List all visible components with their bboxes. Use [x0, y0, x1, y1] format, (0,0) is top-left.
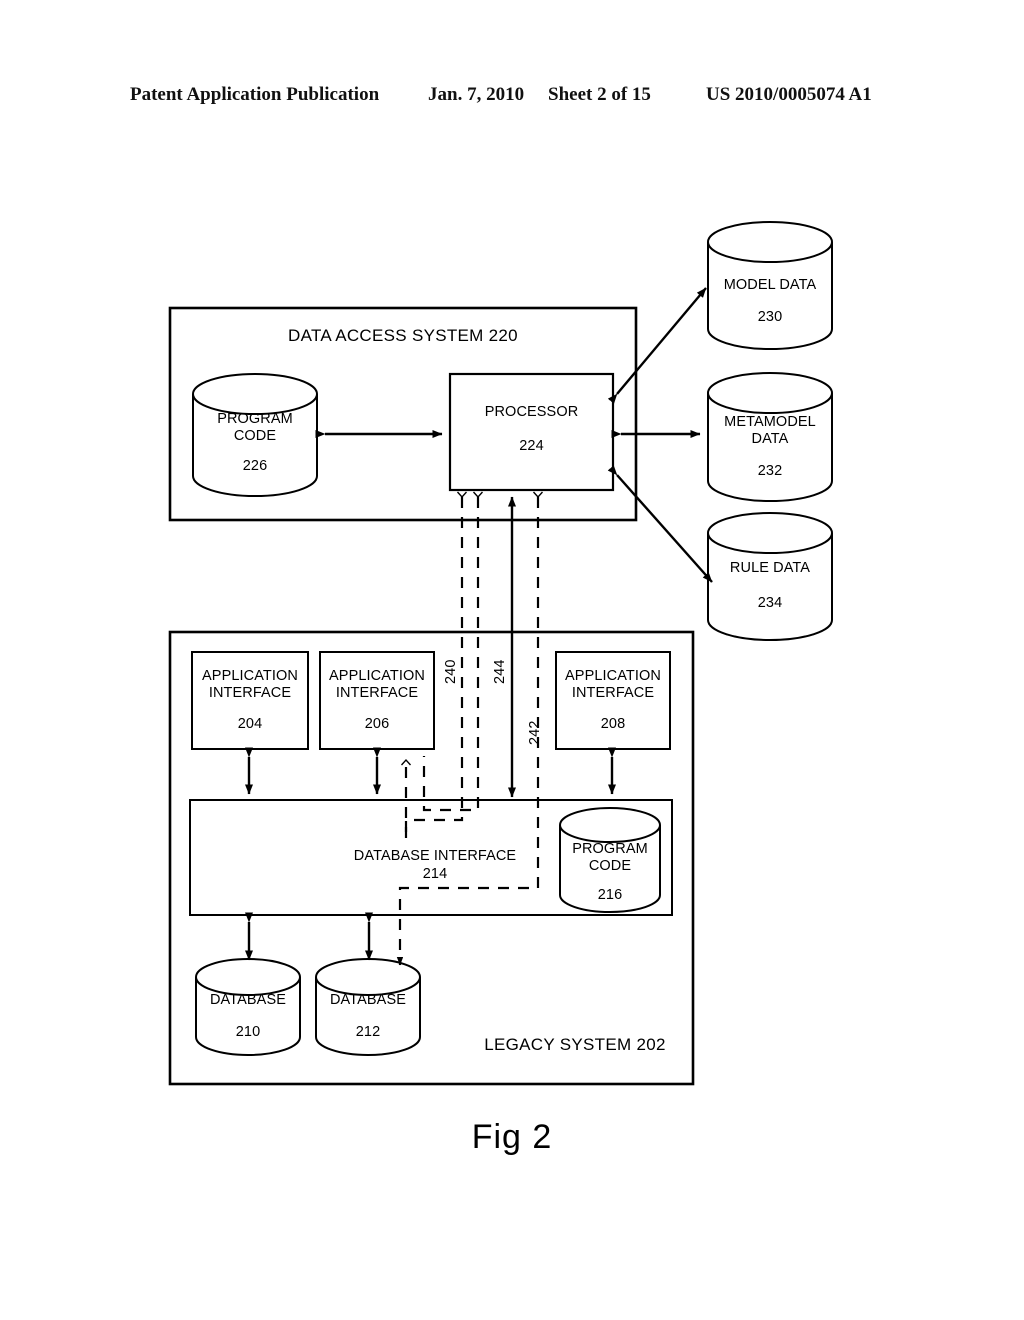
- metamodel-data-232-label-line1: METAMODEL: [724, 414, 816, 430]
- arrow-processor-ruledata: [607, 465, 713, 583]
- program-code-216-ref: 216: [597, 887, 623, 903]
- rule-data-234-label: RULE DATA: [729, 560, 811, 576]
- database-212-label: DATABASE: [329, 992, 406, 1008]
- program-code-216-label-line2: CODE: [588, 858, 632, 874]
- processor-box: [448, 372, 615, 492]
- application-interface-208-ref: 208: [600, 716, 626, 732]
- database-interface-214-label: DATABASE INTERFACE: [353, 848, 517, 864]
- application-interface-206-ref: 206: [364, 716, 390, 732]
- database-210-ref: 210: [235, 1024, 261, 1040]
- database-210-label: DATABASE: [209, 992, 286, 1008]
- application-interface-206-label-line2: INTERFACE: [335, 685, 419, 701]
- rule-data-234-ref: 234: [757, 595, 783, 611]
- application-interface-204-label-line2: INTERFACE: [208, 685, 292, 701]
- connector-244-ref: 244: [492, 659, 508, 685]
- metamodel-data-232-ref: 232: [757, 463, 783, 479]
- figure-caption: Fig 2: [471, 1118, 553, 1156]
- program-code-226-ref: 226: [242, 458, 268, 474]
- processor-label: PROCESSOR: [484, 404, 579, 420]
- connector-242-ref: 242: [527, 720, 543, 746]
- metamodel-data-232-label-line2: DATA: [751, 431, 789, 447]
- database-interface-214-ref: 214: [422, 866, 448, 882]
- database-212-ref: 212: [355, 1024, 381, 1040]
- model-data-230-label: MODEL DATA: [723, 277, 817, 293]
- patent-page: Patent Application Publication Jan. 7, 2…: [0, 0, 1024, 1320]
- data-access-system-title: DATA ACCESS SYSTEM 220: [288, 326, 518, 345]
- application-interface-206-label-line1: APPLICATION: [329, 668, 425, 684]
- program-code-226-label-line1: PROGRAM: [217, 411, 293, 427]
- application-interface-208-label-line1: APPLICATION: [565, 668, 661, 684]
- application-interface-204-ref: 204: [237, 716, 263, 732]
- figure-2-diagram: DATA ACCESS SYSTEM 220 PROGRAM CODE 226 …: [0, 0, 1024, 1320]
- legacy-system-title: LEGACY SYSTEM 202: [484, 1035, 666, 1054]
- connector-240-ref: 240: [443, 659, 459, 685]
- program-code-226-label-line2: CODE: [233, 428, 277, 444]
- model-data-230-ref: 230: [757, 309, 783, 325]
- processor-ref: 224: [519, 438, 544, 454]
- program-code-216-label-line1: PROGRAM: [572, 841, 648, 857]
- application-interface-208-label-line2: INTERFACE: [571, 685, 655, 701]
- application-interface-204-label-line1: APPLICATION: [202, 668, 298, 684]
